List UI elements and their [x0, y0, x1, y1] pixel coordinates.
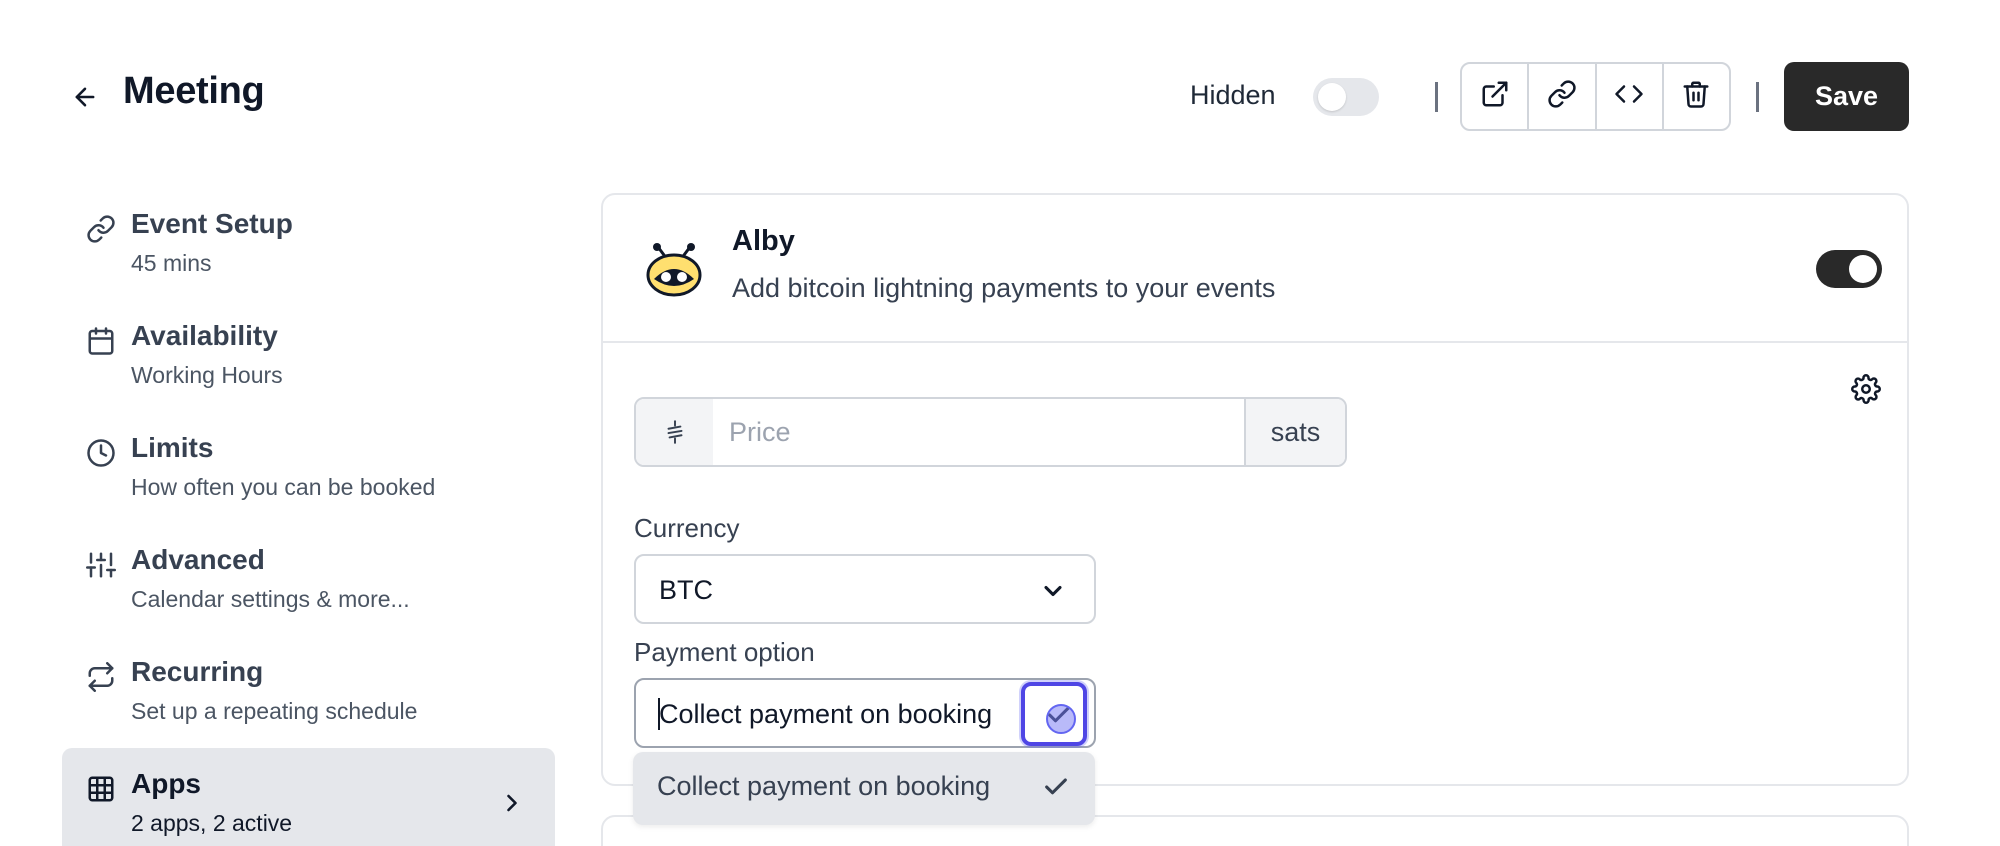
- toggle-knob: [1318, 83, 1346, 111]
- divider: [1756, 82, 1759, 112]
- sidebar-item-title: Recurring: [131, 656, 264, 687]
- sidebar-item-subtitle: Set up a repeating schedule: [131, 698, 418, 724]
- app-card: Alby Add bitcoin lightning payments to y…: [601, 193, 1909, 786]
- code-icon: [1614, 79, 1644, 114]
- sidebar-item-title: Apps: [131, 768, 201, 799]
- app-card-header: Alby Add bitcoin lightning payments to y…: [603, 195, 1907, 343]
- toggle-knob: [1849, 255, 1877, 283]
- cursor-indicator: [1046, 704, 1076, 734]
- sidebar: Event Setup 45 mins Availability Working…: [62, 188, 555, 846]
- chevron-right-icon: [497, 788, 527, 818]
- currency-select[interactable]: BTC: [634, 554, 1096, 624]
- sidebar-item-availability[interactable]: Availability Working Hours: [62, 300, 555, 412]
- sidebar-item-subtitle: 45 mins: [131, 250, 212, 276]
- chevron-down-icon: [1038, 576, 1068, 606]
- focus-ring: [1021, 682, 1087, 746]
- app-description: Add bitcoin lightning payments to your e…: [732, 273, 1276, 303]
- price-unit: sats: [1244, 399, 1345, 465]
- divider: [1435, 82, 1438, 112]
- app-name: Alby: [732, 225, 795, 257]
- grid-icon: [84, 772, 118, 806]
- alby-logo: [644, 241, 704, 301]
- page-title: Meeting: [123, 70, 265, 112]
- trash-icon: [1681, 79, 1711, 114]
- preview-button[interactable]: [1462, 64, 1530, 129]
- link-icon: [1547, 79, 1577, 114]
- repeat-icon: [84, 660, 118, 694]
- sidebar-item-title: Limits: [131, 432, 214, 463]
- payment-option-value: Collect payment on booking: [659, 699, 993, 729]
- price-input-group: sats: [634, 397, 1347, 467]
- delete-button[interactable]: [1664, 64, 1729, 129]
- currency-value: BTC: [659, 575, 713, 605]
- sidebar-item-title: Event Setup: [131, 208, 293, 239]
- embed-button[interactable]: [1597, 64, 1664, 129]
- payment-option-menu-item[interactable]: Collect payment on booking: [633, 752, 1095, 825]
- calendar-icon: [84, 324, 118, 358]
- sidebar-item-subtitle: Working Hours: [131, 362, 283, 388]
- sidebar-item-limits[interactable]: Limits How often you can be booked: [62, 412, 555, 524]
- option-label: Collect payment on booking: [657, 771, 991, 801]
- bitcoin-icon: [636, 399, 713, 465]
- hidden-label: Hidden: [1190, 80, 1276, 110]
- external-link-icon: [1480, 79, 1510, 114]
- copy-link-button[interactable]: [1529, 64, 1597, 129]
- sidebar-item-apps[interactable]: Apps 2 apps, 2 active: [62, 748, 555, 846]
- price-input[interactable]: [713, 399, 1244, 465]
- payment-option-select[interactable]: Collect payment on booking: [634, 678, 1096, 748]
- sidebar-item-subtitle: How often you can be booked: [131, 474, 436, 500]
- sidebar-item-event-setup[interactable]: Event Setup 45 mins: [62, 188, 555, 300]
- app-enable-toggle[interactable]: [1816, 250, 1882, 288]
- clock-icon: [84, 436, 118, 470]
- sidebar-item-recurring[interactable]: Recurring Set up a repeating schedule: [62, 636, 555, 748]
- sidebar-item-subtitle: 2 apps, 2 active: [131, 810, 293, 836]
- sidebar-item-title: Advanced: [131, 544, 265, 575]
- hidden-toggle[interactable]: [1313, 78, 1379, 116]
- sidebar-item-title: Availability: [131, 320, 278, 351]
- action-button-group: [1460, 62, 1731, 131]
- sliders-icon: [84, 548, 118, 582]
- sidebar-item-advanced[interactable]: Advanced Calendar settings & more...: [62, 524, 555, 636]
- sidebar-item-subtitle: Calendar settings & more...: [131, 586, 410, 612]
- link-icon: [84, 212, 118, 246]
- currency-label: Currency: [634, 513, 740, 543]
- back-arrow-icon[interactable]: [68, 80, 102, 114]
- gear-icon[interactable]: [1849, 372, 1883, 406]
- check-icon: [1041, 772, 1071, 802]
- payment-option-label: Payment option: [634, 637, 815, 667]
- save-button[interactable]: Save: [1784, 62, 1909, 131]
